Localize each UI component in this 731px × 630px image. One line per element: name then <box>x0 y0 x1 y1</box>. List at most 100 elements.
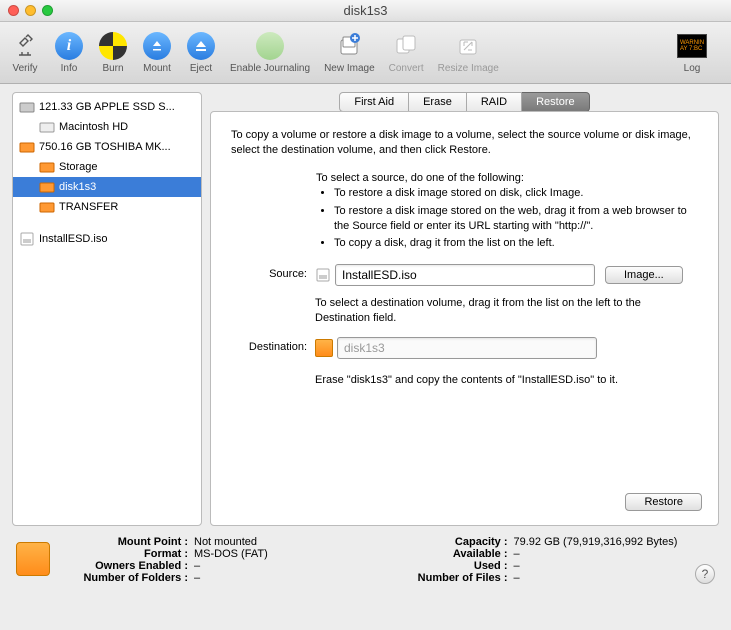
toolbar-label: Log <box>684 63 701 74</box>
sidebar-volume[interactable]: Storage <box>13 157 201 177</box>
convert-button[interactable]: Convert <box>389 31 424 74</box>
footer-value: – <box>194 560 200 572</box>
eject-icon <box>186 31 216 61</box>
zoom-window-button[interactable] <box>42 5 53 16</box>
tab-bar: First Aid Erase RAID Restore <box>210 92 719 112</box>
destination-field[interactable] <box>337 337 597 359</box>
sidebar-volume-selected[interactable]: disk1s3 <box>13 177 201 197</box>
toolbar: Verify i Info Burn Mount Eject Enable Jo… <box>0 22 731 84</box>
toolbar-label: Info <box>61 63 78 74</box>
disk-image-icon <box>315 267 331 283</box>
volume-icon <box>39 119 55 135</box>
help-button[interactable]: ? <box>695 564 715 584</box>
log-button[interactable]: WARNINAY 7:BC Log <box>677 31 707 74</box>
sidebar-item-label: Storage <box>59 161 98 173</box>
selected-volume-icon <box>16 542 50 576</box>
titlebar: disk1s3 <box>0 0 731 22</box>
footer-value: MS-DOS (FAT) <box>194 548 268 560</box>
burn-button[interactable]: Burn <box>98 31 128 74</box>
toolbar-label: Burn <box>102 63 123 74</box>
toolbar-label: Resize Image <box>438 63 499 74</box>
external-volume-icon <box>39 179 55 195</box>
footer-value: Not mounted <box>194 536 257 548</box>
external-volume-icon <box>39 159 55 175</box>
footer-key: Available : <box>380 548 508 560</box>
footer-value: – <box>514 572 520 584</box>
minimize-window-button[interactable] <box>25 5 36 16</box>
footer-value: – <box>514 548 520 560</box>
sidebar-item-label: InstallESD.iso <box>39 233 107 245</box>
enable-journaling-button[interactable]: Enable Journaling <box>230 31 310 74</box>
tab-restore[interactable]: Restore <box>522 92 590 112</box>
new-image-button[interactable]: New Image <box>324 31 375 74</box>
toolbar-label: Verify <box>12 63 37 74</box>
sidebar-image[interactable]: InstallESD.iso <box>13 229 201 249</box>
intro-text: To copy a volume or restore a disk image… <box>231 128 698 159</box>
footer-key: Format : <box>60 548 188 560</box>
footer-key: Used : <box>380 560 508 572</box>
close-window-button[interactable] <box>8 5 19 16</box>
footer-key: Number of Folders : <box>60 572 188 584</box>
sidebar-volume[interactable]: TRANSFER <box>13 197 201 217</box>
footer-value: – <box>194 572 200 584</box>
sidebar-item-label: 750.16 GB TOSHIBA MK... <box>39 141 171 153</box>
sidebar-disk[interactable]: 121.33 GB APPLE SSD S... <box>13 97 201 117</box>
tab-erase[interactable]: Erase <box>409 92 467 112</box>
sidebar-disk[interactable]: 750.16 GB TOSHIBA MK... <box>13 137 201 157</box>
burn-icon <box>98 31 128 61</box>
resize-image-button[interactable]: Resize Image <box>438 31 499 74</box>
instruction-item: To restore a disk image stored on the we… <box>334 204 698 235</box>
erase-summary: Erase "disk1s3" and copy the contents of… <box>315 373 698 388</box>
external-volume-icon <box>315 339 333 357</box>
sidebar-volume[interactable]: Macintosh HD <box>13 117 201 137</box>
footer-key: Mount Point : <box>60 536 188 548</box>
external-volume-icon <box>39 199 55 215</box>
toolbar-label: New Image <box>324 63 375 74</box>
toolbar-label: Enable Journaling <box>230 63 310 74</box>
footer-info: ? Mount Point : Not mounted Format : MS-DO… <box>0 534 731 594</box>
info-icon: i <box>54 31 84 61</box>
tab-first-aid[interactable]: First Aid <box>339 92 409 112</box>
instructions-heading: To select a source, do one of the follow… <box>316 171 698 186</box>
eject-button[interactable]: Eject <box>186 31 216 74</box>
instruction-item: To restore a disk image stored on disk, … <box>334 186 698 201</box>
image-button[interactable]: Image... <box>605 266 683 284</box>
journal-icon <box>255 31 285 61</box>
source-label: Source: <box>231 267 307 282</box>
source-field[interactable] <box>335 264 595 286</box>
verify-button[interactable]: Verify <box>10 31 40 74</box>
instruction-item: To copy a disk, drag it from the list on… <box>334 236 698 251</box>
toolbar-label: Mount <box>143 63 171 74</box>
tab-raid[interactable]: RAID <box>467 92 522 112</box>
resize-icon <box>453 31 483 61</box>
footer-key: Owners Enabled : <box>60 560 188 572</box>
sidebar-item-label: disk1s3 <box>59 181 96 193</box>
sidebar-item-label: TRANSFER <box>59 201 118 213</box>
footer-value: 79.92 GB (79,919,316,992 Bytes) <box>514 536 678 548</box>
destination-instructions: To select a destination volume, drag it … <box>315 296 698 327</box>
destination-row: Destination: <box>231 337 698 359</box>
warning-log-icon: WARNINAY 7:BC <box>677 31 707 61</box>
new-image-icon <box>334 31 364 61</box>
window-title: disk1s3 <box>343 3 387 18</box>
sidebar-item-label: Macintosh HD <box>59 121 128 133</box>
sidebar-item-label: 121.33 GB APPLE SSD S... <box>39 101 175 113</box>
window-controls <box>8 5 53 16</box>
restore-button[interactable]: Restore <box>625 493 702 511</box>
mount-button[interactable]: Mount <box>142 31 172 74</box>
restore-panel: To copy a volume or restore a disk image… <box>210 111 719 526</box>
convert-icon <box>391 31 421 61</box>
toolbar-label: Eject <box>190 63 212 74</box>
destination-label: Destination: <box>231 340 307 355</box>
source-instructions: To select a source, do one of the follow… <box>316 171 698 252</box>
external-disk-icon <box>19 139 35 155</box>
footer-value: – <box>514 560 520 572</box>
disk-sidebar[interactable]: 121.33 GB APPLE SSD S... Macintosh HD 75… <box>12 92 202 526</box>
footer-key: Capacity : <box>380 536 508 548</box>
mount-icon <box>142 31 172 61</box>
toolbar-label: Convert <box>389 63 424 74</box>
info-button[interactable]: i Info <box>54 31 84 74</box>
footer-key: Number of Files : <box>380 572 508 584</box>
microscope-icon <box>10 31 40 61</box>
disk-image-icon <box>19 231 35 247</box>
